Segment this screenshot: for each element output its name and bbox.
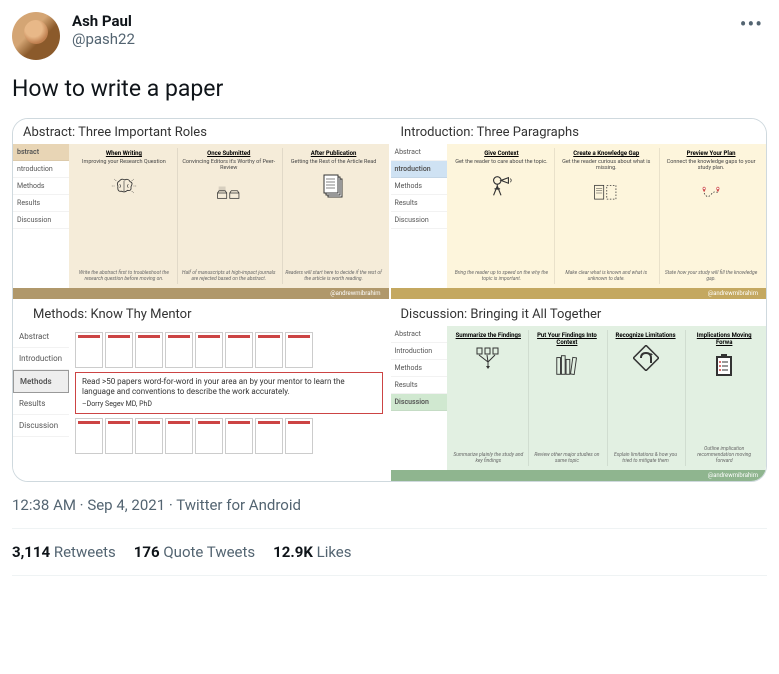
warning-icon bbox=[633, 345, 659, 371]
tweet-stats: 3,114 Retweets 176 Quote Tweets 12.9K Li… bbox=[12, 529, 767, 575]
col-head: Preview Your Plan bbox=[687, 150, 736, 157]
nav-item: Abstract bbox=[391, 144, 447, 161]
slide4-nav: Abstract Introduction Methods Results Di… bbox=[391, 326, 447, 470]
nav-item: Results bbox=[13, 393, 69, 415]
media-image-2[interactable]: Introduction: Three Paragraphs Abstract … bbox=[391, 119, 767, 299]
nav-item: Results bbox=[391, 377, 447, 394]
col-foot: Summarize plainly the study and key find… bbox=[453, 452, 525, 464]
more-icon[interactable]: ••• bbox=[736, 12, 767, 36]
map-pins-icon bbox=[698, 180, 724, 206]
col-head: Put Your Findings Into Context bbox=[531, 332, 603, 346]
funnel-icon bbox=[475, 345, 501, 371]
col-foot: Outline implication recommendation movin… bbox=[688, 446, 760, 464]
nav-item: Methods bbox=[391, 178, 447, 195]
nav-item: Introduction bbox=[391, 343, 447, 360]
nav-item: Methods bbox=[13, 178, 69, 195]
col-head: Create a Knowledge Gap bbox=[573, 150, 639, 157]
col-sub: Convincing Editors it's Worthy of Peer-R… bbox=[180, 159, 278, 172]
books-icon bbox=[554, 352, 580, 378]
col-sub: Getting the Rest of the Article Read bbox=[291, 159, 377, 166]
col-foot: Review other major studies on same topic bbox=[531, 452, 603, 464]
col-head: Recognize Limitations bbox=[616, 332, 676, 339]
nav-item: ntroduction bbox=[13, 161, 69, 178]
inbox-icon bbox=[216, 180, 242, 206]
paper-thumbnails bbox=[75, 418, 383, 454]
divider bbox=[12, 575, 767, 576]
quotes-stat[interactable]: 176 Quote Tweets bbox=[134, 543, 255, 561]
likes-stat[interactable]: 12.9K Likes bbox=[273, 543, 351, 561]
col-foot: Bring the reader up to speed on the why … bbox=[453, 270, 551, 282]
col-head: Summarize the Findings bbox=[456, 332, 521, 339]
quote-text: Read >50 papers word-for-word in your ar… bbox=[82, 377, 376, 398]
media-image-3[interactable]: Methods: Know Thy Mentor Abstract Introd… bbox=[13, 301, 389, 481]
slide1-title: Abstract: Three Important Roles bbox=[13, 119, 389, 144]
tweet-header: Ash Paul @pash22 ••• bbox=[12, 12, 767, 60]
tweet-container: Ash Paul @pash22 ••• How to write a pape… bbox=[12, 12, 767, 576]
retweets-stat[interactable]: 3,114 Retweets bbox=[12, 543, 116, 561]
nav-item: ntroduction bbox=[391, 161, 447, 178]
col-foot: Write the abstract first to troubleshoot… bbox=[75, 270, 173, 282]
nav-item: Results bbox=[391, 195, 447, 212]
clipboard-icon bbox=[711, 352, 737, 378]
col-head: Give Context bbox=[484, 150, 518, 157]
col-foot: State how your study will fill the knowl… bbox=[662, 270, 760, 282]
media-image-1[interactable]: Abstract: Three Important Roles bstract … bbox=[13, 119, 389, 299]
nav-item: Methods bbox=[391, 360, 447, 377]
col-head: When Writing bbox=[106, 150, 142, 157]
document-stack-icon bbox=[321, 173, 347, 199]
slide2-nav: Abstract ntroduction Methods Results Dis… bbox=[391, 144, 447, 288]
document-gap-icon bbox=[593, 180, 619, 206]
nav-item: Methods bbox=[13, 370, 69, 393]
nav-item: Abstract bbox=[13, 326, 69, 348]
nav-item: Discussion bbox=[391, 212, 447, 229]
quote-attribution: –Dorry Segev MD, PhD bbox=[82, 400, 376, 409]
media-grid: Abstract: Three Important Roles bstract … bbox=[12, 118, 767, 482]
col-head: Once Submitted bbox=[207, 150, 250, 157]
avatar[interactable] bbox=[12, 12, 60, 60]
slide-credit: @andrewmibrahim bbox=[391, 288, 767, 299]
user-handle: @pash22 bbox=[72, 30, 736, 48]
col-sub: Get the reader to care about the topic. bbox=[455, 159, 547, 166]
slide3-nav: Abstract Introduction Methods Results Di… bbox=[13, 326, 69, 481]
nav-item: Discussion bbox=[13, 415, 69, 437]
col-foot: Explain limitations & how you tried to m… bbox=[610, 452, 682, 464]
col-sub: Get the reader curious about what is mis… bbox=[557, 159, 655, 172]
paper-thumbnails bbox=[75, 332, 383, 368]
media-image-4[interactable]: Discussion: Bringing it All Together Abs… bbox=[391, 301, 767, 481]
slide3-title: Methods: Know Thy Mentor bbox=[13, 301, 389, 326]
col-head: After Publication bbox=[311, 150, 357, 157]
col-sub: Improving your Research Question bbox=[82, 159, 166, 166]
quote-box: Read >50 papers word-for-word in your ar… bbox=[75, 372, 383, 414]
col-sub: Connect the knowledge gaps to your study… bbox=[662, 159, 760, 172]
nav-item: Introduction bbox=[13, 348, 69, 370]
slide1-nav: bstract ntroduction Methods Results Disc… bbox=[13, 144, 69, 288]
slide2-title: Introduction: Three Paragraphs bbox=[391, 119, 767, 144]
col-foot: Readers will start here to decide if the… bbox=[285, 270, 383, 282]
nav-item: Discussion bbox=[391, 394, 447, 411]
megaphone-icon bbox=[488, 173, 514, 199]
col-foot: Half of manuscripts at high-impact journ… bbox=[180, 270, 278, 282]
col-head: Implications Moving Forwa bbox=[688, 332, 760, 346]
user-names[interactable]: Ash Paul @pash22 bbox=[72, 12, 736, 48]
brain-icon bbox=[111, 173, 137, 199]
timestamp[interactable]: 12:38 AM · Sep 4, 2021 · Twitter for And… bbox=[12, 496, 767, 514]
nav-item: Abstract bbox=[391, 326, 447, 343]
slide-credit: @andrewmibrahim bbox=[13, 288, 389, 299]
nav-item: Discussion bbox=[13, 212, 69, 229]
nav-item: bstract bbox=[13, 144, 69, 161]
col-foot: Make clear what is known and what is unk… bbox=[557, 270, 655, 282]
nav-item: Results bbox=[13, 195, 69, 212]
display-name: Ash Paul bbox=[72, 12, 736, 30]
slide-credit: @andrewmibrahim bbox=[391, 470, 767, 481]
slide4-title: Discussion: Bringing it All Together bbox=[391, 301, 767, 326]
tweet-text: How to write a paper bbox=[12, 74, 767, 104]
